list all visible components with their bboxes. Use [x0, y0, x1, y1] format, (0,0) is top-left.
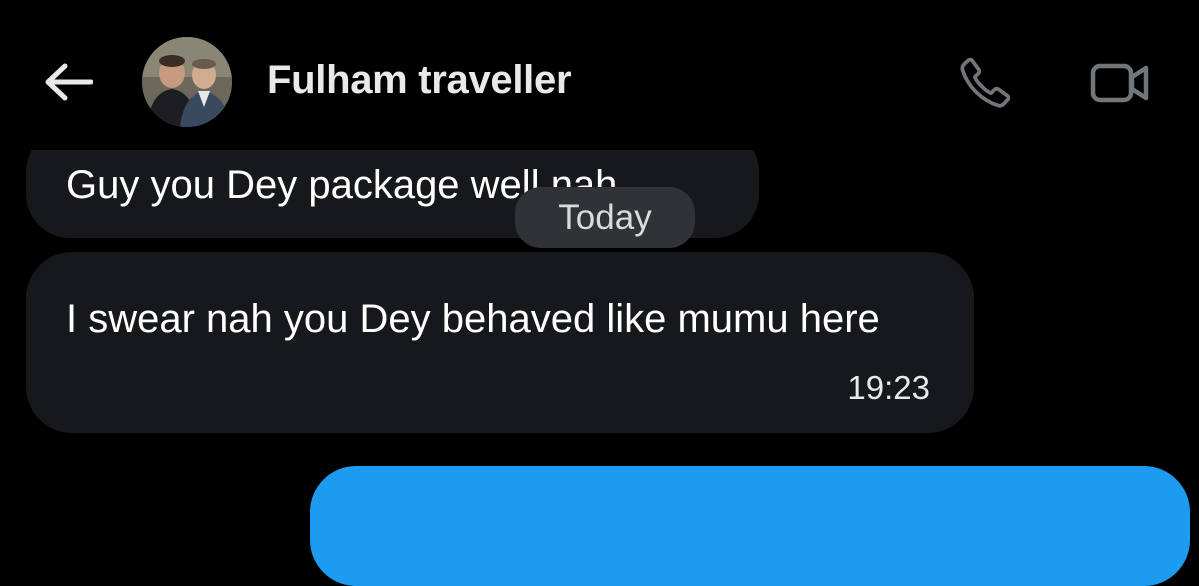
voice-call-button[interactable]: [954, 52, 1016, 114]
date-separator: Today: [515, 187, 695, 248]
conversation-header: Fulham traveller: [0, 0, 1199, 150]
conversation-title[interactable]: Fulham traveller: [267, 58, 572, 103]
message-text: I swear nah you Dey behaved like mumu he…: [66, 297, 880, 341]
back-button[interactable]: [40, 58, 96, 106]
video-call-button[interactable]: [1085, 52, 1155, 114]
avatar-photo: [142, 37, 232, 127]
video-camera-icon: [1090, 63, 1149, 103]
message-bubble-sent[interactable]: [310, 466, 1190, 586]
message-timestamp: 19:23: [847, 369, 930, 406]
arrow-left-icon: [45, 63, 93, 101]
avatar[interactable]: [142, 37, 232, 127]
message-bubble-received[interactable]: I swear nah you Dey behaved like mumu he…: [26, 252, 974, 433]
phone-icon: [960, 57, 1011, 108]
